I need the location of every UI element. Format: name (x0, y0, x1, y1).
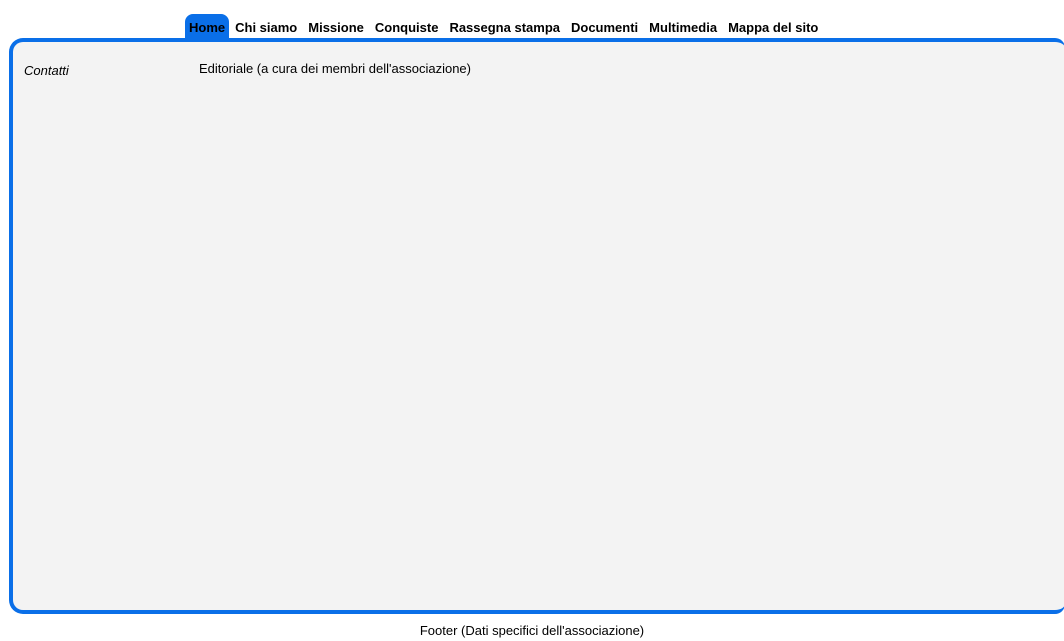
nav-item-missione[interactable]: Missione (303, 15, 369, 40)
editorial-text: Editoriale (a cura dei membri dell'assoc… (199, 61, 471, 76)
nav-item-conquiste[interactable]: Conquiste (370, 15, 444, 40)
nav-item-chi-siamo[interactable]: Chi siamo (230, 15, 302, 40)
main-nav: Home Chi siamo Missione Conquiste Rasseg… (185, 12, 824, 40)
nav-item-multimedia[interactable]: Multimedia (644, 15, 722, 40)
nav-item-home[interactable]: Home (185, 14, 230, 40)
nav-item-rassegna-stampa[interactable]: Rassegna stampa (444, 15, 565, 40)
sidebar-contact-link[interactable]: Contatti (24, 63, 69, 78)
nav-item-mappa-del-sito[interactable]: Mappa del sito (723, 15, 823, 40)
content-panel (9, 38, 1064, 614)
nav-item-documenti[interactable]: Documenti (566, 15, 643, 40)
footer-text: Footer (Dati specifici dell'associazione… (419, 623, 645, 638)
